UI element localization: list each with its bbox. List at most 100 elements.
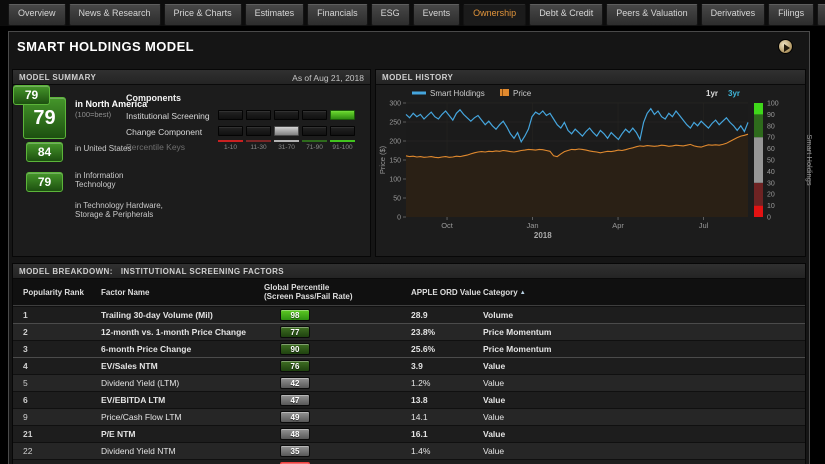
top-tab-bar: Overview News & Research Price & Charts Est…: [0, 0, 825, 26]
cell-factor-name: 12-month vs. 1-month Price Change: [101, 327, 246, 337]
percentile-key-label-1-10: 1-10: [223, 144, 237, 151]
cell-factor-name: EV/EBITDA LTM: [101, 395, 166, 405]
component-cell-institutional-screening-11-30: [246, 110, 271, 120]
component-cell-institutional-screening-71-90: [302, 110, 327, 120]
legend-price-icon: [500, 89, 509, 96]
cell-popularity-rank: 4: [23, 361, 28, 371]
table-row[interactable]: 6 EV/EBITDA LTM 47 13.8 Value: [13, 391, 805, 408]
svg-text:200: 200: [389, 139, 401, 146]
sort-asc-icon: ▲: [519, 289, 526, 296]
model-breakdown-panel: MODEL BREAKDOWN: INSTITUTIONAL SCREENING …: [12, 263, 806, 464]
svg-text:50: 50: [393, 196, 401, 203]
tab-ownership[interactable]: Ownership: [463, 4, 527, 26]
svg-text:250: 250: [389, 120, 401, 127]
gauge-segment-30-70: [754, 137, 763, 183]
cell-popularity-rank: 1: [23, 310, 28, 320]
tab-esg[interactable]: ESG: [370, 4, 410, 26]
tab-financials[interactable]: Financials: [307, 4, 368, 26]
component-cell-change-component-11-30: [246, 126, 271, 136]
tab-overview[interactable]: Overview: [8, 4, 66, 26]
percentile-badge: 42: [280, 377, 310, 389]
table-row[interactable]: 1 Trailing 30-day Volume (Mil) 98 28.9 Volum…: [13, 306, 805, 323]
col-header-value[interactable]: APPLE ORD Value: [411, 288, 483, 297]
cell-category: Volume: [483, 310, 514, 320]
svg-text:Apr: Apr: [612, 221, 624, 230]
play-clock-icon[interactable]: [778, 39, 793, 54]
cell-value: 3.9: [411, 361, 423, 371]
col-header-popularity-rank[interactable]: Popularity Rank: [23, 288, 101, 297]
model-summary-body: Components Institutional Screening Chang…: [13, 85, 370, 256]
cell-global-percentile: 98: [264, 307, 411, 324]
cell-value: [411, 460, 483, 464]
cell-factor-name: Dividend Yield (LTM): [101, 378, 180, 388]
tab-derivatives[interactable]: Derivatives: [700, 4, 766, 26]
cell-popularity-rank: 5: [23, 378, 28, 388]
left-axis-title: Price ($): [378, 145, 387, 174]
cell-factor-name: Price/Cash Flow LTM: [101, 412, 182, 422]
model-summary-title: MODEL SUMMARY: [19, 73, 97, 82]
cell-popularity-rank: 3: [23, 344, 28, 354]
tab-price-charts[interactable]: Price & Charts: [163, 4, 242, 26]
col-header-factor-name[interactable]: Factor Name: [101, 288, 264, 297]
score-note: (100=best): [75, 110, 112, 119]
percentile-badge: 76: [280, 360, 310, 372]
table-row[interactable]: 5 Dividend Yield (LTM) 42 1.2% Value: [13, 374, 805, 391]
cell-global-percentile: 48: [264, 426, 411, 443]
table-row[interactable]: 22 Dividend Yield NTM 35 1.4% Value: [13, 442, 805, 459]
component-cell-change-component-1-10: [218, 126, 243, 136]
cell-category: Price Momentum: [483, 327, 552, 337]
gauge-segment-90-100: [754, 103, 763, 115]
cell-value: 28.9: [411, 310, 428, 320]
tab-debt-credit[interactable]: Debt & Credit: [529, 4, 604, 26]
tab-peers-valuation[interactable]: Peers & Valuation: [606, 4, 698, 26]
cell-factor-name: Trailing 30-day Volume (Mil): [101, 310, 213, 320]
model-breakdown-subtitle: INSTITUTIONAL SCREENING FACTORS: [120, 267, 285, 276]
svg-text:70: 70: [767, 135, 775, 142]
cell-global-percentile: 35: [264, 443, 411, 460]
cell-category: Value: [483, 429, 506, 439]
tab-filings[interactable]: Filings: [768, 4, 815, 26]
table-row[interactable]: 9 Price/Cash Flow LTM 49 14.1 Value: [13, 408, 805, 425]
table-header-row: Popularity Rank Factor Name Global Perce…: [13, 279, 805, 306]
score-label-2: in Information Technology: [75, 171, 124, 189]
component-label-change-component: Change Component: [126, 127, 203, 137]
cell-value: 1.4%: [411, 446, 431, 456]
percentile-key-label-11-30: 11-30: [250, 144, 267, 151]
col-header-global-percentile[interactable]: Global Percentile (Screen Pass/Fail Rate): [264, 283, 411, 301]
cell-popularity-rank: 22: [23, 446, 33, 456]
range-1yr-button[interactable]: 1yr: [706, 89, 718, 98]
score-box-2: 84: [26, 142, 63, 162]
percentile-key-bar-91-100: [330, 140, 355, 142]
cell-category: Price Momentum: [483, 344, 552, 354]
svg-text:100: 100: [767, 101, 779, 108]
tab-360-menu[interactable]: 360 Menu: [817, 4, 825, 26]
svg-text:Jul: Jul: [699, 221, 709, 230]
cell-factor-name: EV/Sales NTM: [101, 361, 158, 371]
score-box-3: 79: [26, 172, 63, 192]
svg-text:90: 90: [767, 112, 775, 119]
cell-category: [483, 460, 805, 464]
table-row[interactable]: 4 EV/Sales NTM 76 3.9 Value: [13, 357, 805, 374]
percentile-badge: 49: [280, 411, 310, 423]
component-cell-change-component-31-70: [274, 126, 299, 136]
table-row[interactable]: 21 P/E NTM 48 16.1 Value: [13, 425, 805, 442]
tab-estimates[interactable]: Estimates: [244, 4, 305, 26]
col-header-category[interactable]: Category ▲: [483, 288, 805, 297]
percentile-badge: 77: [280, 326, 310, 338]
table-row[interactable]: 2 12-month vs. 1-month Price Change 77 23.8…: [13, 323, 805, 340]
cell-category: Value: [483, 361, 506, 371]
range-3yr-button[interactable]: 3yr: [728, 89, 740, 98]
component-cell-change-component-91-100: [330, 126, 355, 136]
percentile-badge: 98: [280, 309, 310, 321]
table-row[interactable]: 3 6-month Price Change 90 25.6% Price Moment…: [13, 340, 805, 357]
svg-text:50: 50: [767, 158, 775, 165]
component-cell-institutional-screening-1-10: [218, 110, 243, 120]
tab-news-research[interactable]: News & Research: [68, 4, 161, 26]
cell-factor-name: [101, 460, 264, 464]
table-row-partial[interactable]: [13, 459, 805, 464]
cell-global-percentile: 90: [264, 341, 411, 358]
gauge-segment-70-90: [754, 114, 763, 138]
svg-text:Oct: Oct: [441, 221, 454, 230]
model-history-title: MODEL HISTORY: [382, 73, 454, 82]
tab-events[interactable]: Events: [412, 4, 461, 26]
